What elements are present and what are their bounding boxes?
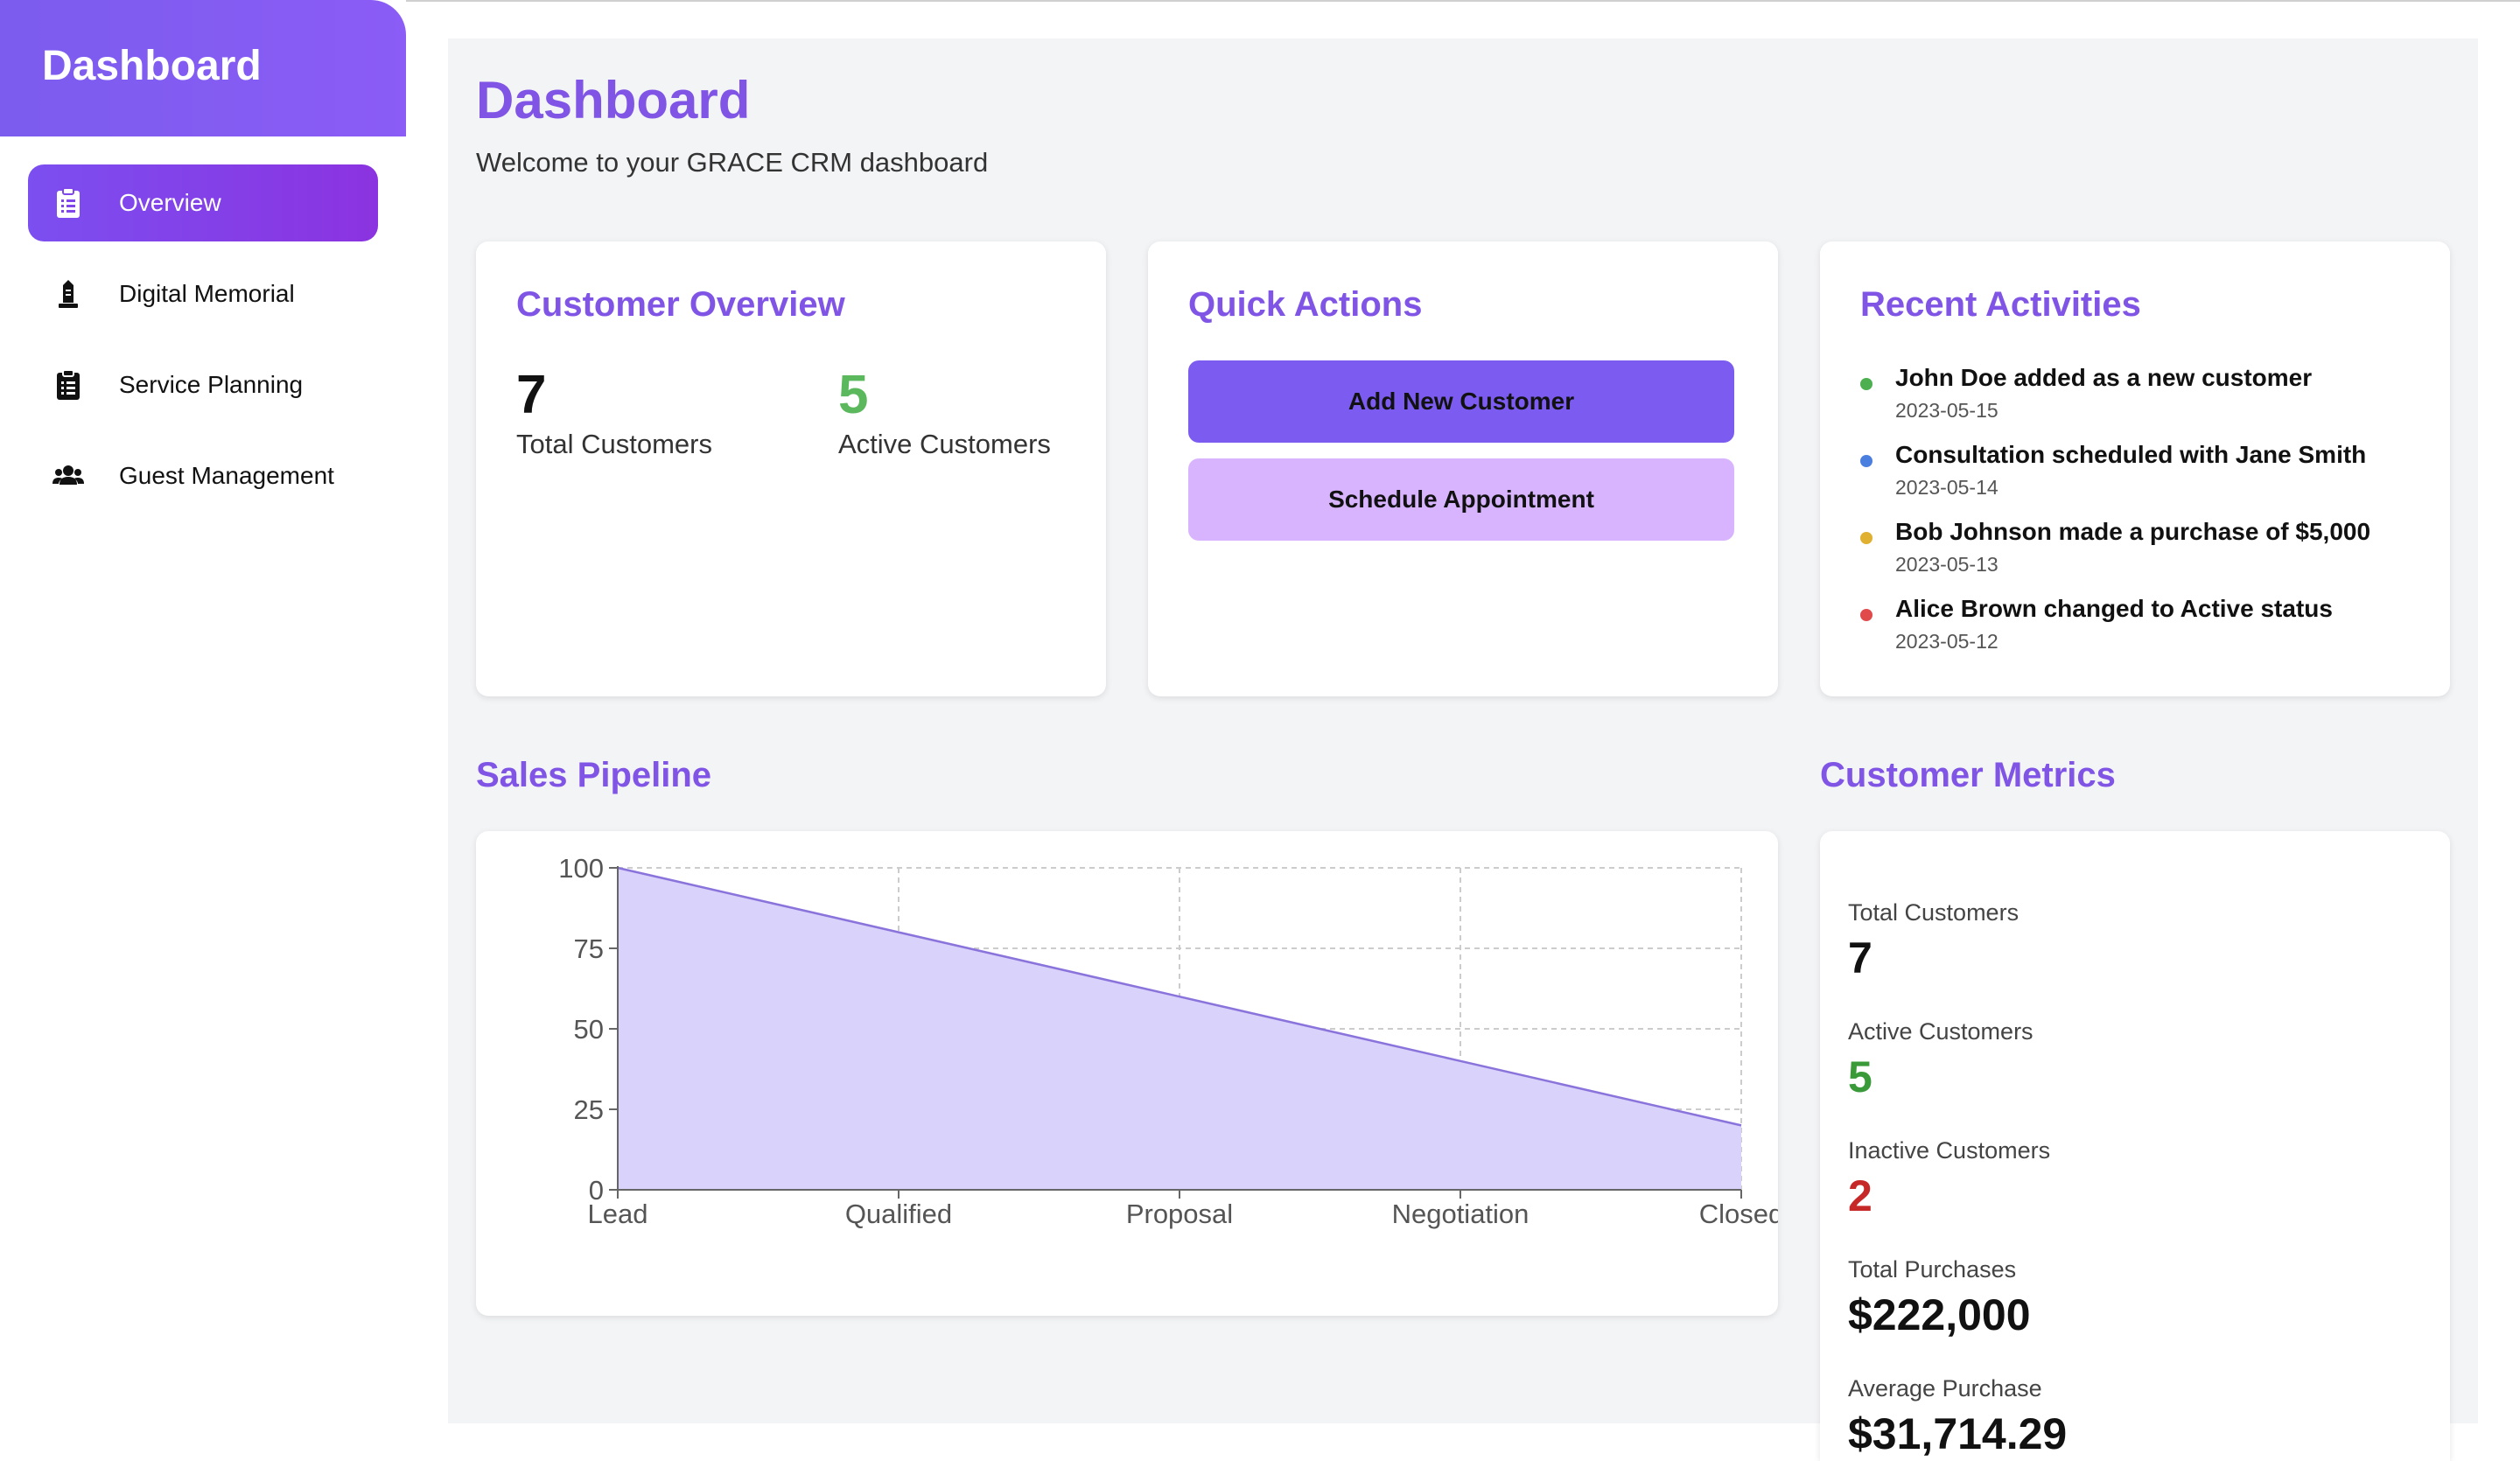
sidebar-item-label: Digital Memorial: [119, 280, 295, 307]
users-icon: [52, 465, 84, 485]
total-customers-value: 7: [516, 365, 547, 425]
sidebar: Dashboard Overview Digital Memorial Serv…: [0, 0, 406, 1423]
y-tick-label: 100: [558, 853, 604, 884]
x-tick-label: Negotiation: [1392, 1199, 1530, 1229]
activity-text: Alice Brown changed to Active status: [1895, 595, 2333, 622]
recent-activities-card: Recent Activities John Doe added as a ne…: [1820, 241, 2450, 696]
activity-text: John Doe added as a new customer: [1895, 364, 2313, 391]
metric-value: 5: [1848, 1052, 1872, 1101]
schedule-appointment-button[interactable]: Schedule Appointment: [1188, 458, 1734, 541]
sales-pipeline-title: Sales Pipeline: [476, 756, 712, 794]
page-subtitle: Welcome to your GRACE CRM dashboard: [476, 147, 989, 178]
metric-label: Inactive Customers: [1848, 1137, 2051, 1164]
metric-label: Total Purchases: [1848, 1256, 2017, 1283]
total-customers-label: Total Customers: [516, 429, 712, 459]
metric-value: $31,714.29: [1848, 1409, 2068, 1458]
activity-text: Consultation scheduled with Jane Smith: [1895, 441, 2367, 468]
main-content: Dashboard Welcome to your GRACE CRM dash…: [448, 38, 2478, 1461]
x-tick-label: Qualified: [845, 1199, 952, 1229]
sales-pipeline-chart: 0255075100Lead Qualified Proposal Negotiati…: [558, 853, 1783, 1229]
metric-value: 7: [1848, 933, 1872, 982]
page-title: Dashboard: [476, 71, 751, 129]
metric-value: 2: [1848, 1171, 1872, 1220]
active-customers-label: Active Customers: [838, 429, 1051, 459]
sidebar-item-digital-memorial[interactable]: Digital Memorial: [28, 255, 378, 332]
activity-date: 2023-05-13: [1895, 553, 1998, 576]
card-title: Recent Activities: [1860, 285, 2141, 324]
activity-text: Bob Johnson made a purchase of $5,000: [1895, 518, 2371, 545]
activity-dot: [1860, 378, 1872, 390]
active-customers-value: 5: [838, 365, 869, 425]
sidebar-item-label: Overview: [119, 189, 221, 216]
monument-icon: [59, 280, 78, 308]
sidebar-item-overview[interactable]: Overview: [28, 164, 378, 241]
quick-actions-card: Quick Actions Add New Customer Schedule …: [1148, 241, 1778, 696]
x-tick-label: Lead: [588, 1199, 648, 1229]
customer-metrics-title: Customer Metrics: [1820, 756, 2116, 794]
sidebar-item-guest-management[interactable]: Guest Management: [28, 437, 378, 514]
activity-dot: [1860, 609, 1872, 621]
activity-dot: [1860, 532, 1872, 544]
activity-dot: [1860, 455, 1872, 467]
sidebar-header: Dashboard: [0, 0, 406, 136]
y-tick-label: 25: [574, 1094, 604, 1125]
customer-overview-card: Customer Overview 7 Total Customers 5 Ac…: [476, 241, 1106, 696]
sidebar-item-label: Service Planning: [119, 371, 304, 398]
sidebar-item-service-planning[interactable]: Service Planning: [28, 346, 378, 423]
metric-value: $222,000: [1848, 1290, 2031, 1339]
y-tick-label: 50: [574, 1014, 604, 1045]
customer-metrics-card: Total Customers 7 Active Customers 5 Ina…: [1820, 831, 2450, 1461]
clipboard-list-icon: [57, 369, 80, 400]
add-new-customer-button[interactable]: Add New Customer: [1188, 360, 1734, 443]
metric-label: Total Customers: [1848, 899, 2020, 926]
sidebar-item-label: Guest Management: [119, 462, 334, 489]
activity-date: 2023-05-12: [1895, 630, 1998, 653]
card-title: Customer Overview: [516, 285, 845, 324]
card-title: Quick Actions: [1188, 285, 1423, 324]
x-tick-label: Proposal: [1126, 1199, 1233, 1229]
metric-label: Active Customers: [1848, 1018, 2034, 1045]
activity-date: 2023-05-14: [1895, 476, 1998, 499]
sales-pipeline-card: 0 25 50 75 100 Lead Qualified Proposal Negotiati…: [476, 831, 1783, 1316]
activity-date: 2023-05-15: [1895, 399, 1998, 422]
metric-label: Average Purchase: [1848, 1375, 2042, 1402]
clipboard-list-icon: [57, 187, 80, 218]
y-tick-label: 75: [574, 933, 604, 964]
x-tick-label: Closed: [1699, 1199, 1778, 1229]
sidebar-title: Dashboard: [42, 43, 262, 89]
